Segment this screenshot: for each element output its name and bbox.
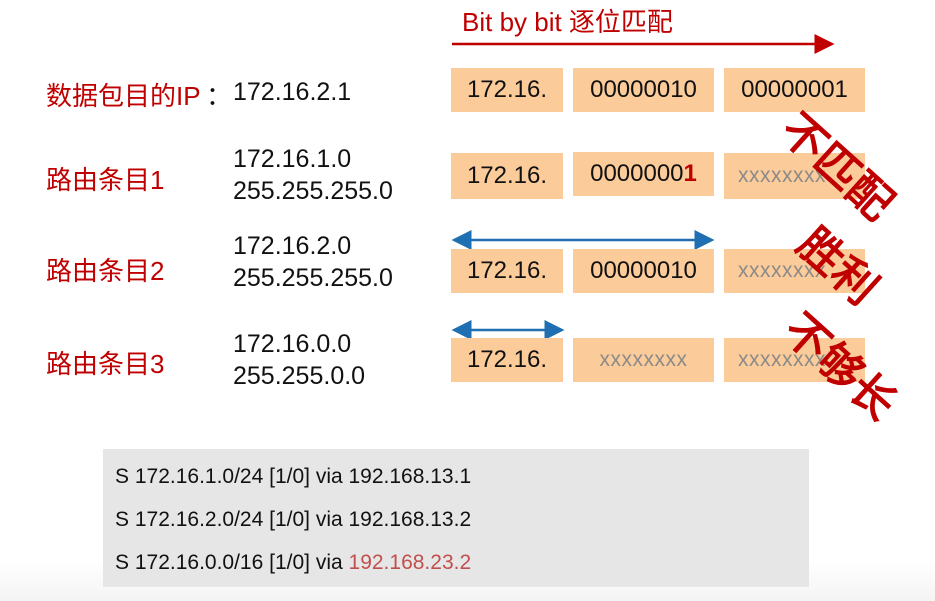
entry1-mismatch-bit: 1 — [683, 160, 697, 187]
dest-label: 数据包目的IP — [46, 81, 201, 111]
entry2-cell-2: 00000010 — [573, 249, 714, 293]
entry1-label: 路由条目1 — [46, 165, 165, 195]
entry2-mask: 255.255.255.0 — [233, 264, 393, 292]
entry2-net: 172.16.2.0 — [233, 232, 352, 260]
entry3-mask: 255.255.0.0 — [233, 362, 366, 390]
route-line-3-text: S 172.16.0.0/16 [1/0] via — [115, 551, 349, 574]
entry3-net: 172.16.0.0 — [233, 330, 352, 358]
dest-cell-3: 00000001 — [724, 68, 865, 112]
route-line-2-text: S 172.16.2.0/24 [1/0] via 192.168.13.2 — [115, 508, 472, 531]
dest-cell-2: 00000010 — [573, 68, 714, 112]
entry2-label: 路由条目2 — [46, 256, 165, 286]
entry3-cell-1: 172.16. — [451, 338, 563, 382]
entry3-cell-2: xxxxxxxx — [573, 338, 714, 382]
route-line-1: S 172.16.1.0/24 [1/0] via 192.168.13.1 — [115, 465, 471, 489]
entry1-cell-2: 0000000 1 — [573, 152, 714, 196]
entry1-net: 172.16.1.0 — [233, 145, 352, 173]
entry1-cell-1: 172.16. — [451, 153, 563, 199]
dest-cell-1: 172.16. — [451, 68, 563, 112]
page-title: Bit by bit 逐位匹配 — [462, 7, 673, 37]
entry1-cell-2-prefix: 0000000 — [590, 160, 684, 187]
routing-table: S 172.16.1.0/24 [1/0] via 192.168.13.1 S… — [103, 449, 809, 587]
route-line-3-via: 192.168.23.2 — [348, 551, 472, 574]
route-line-3: S 172.16.0.0/16 [1/0] via 192.168.23.2 — [115, 551, 471, 575]
dest-ip: 172.16.2.1 — [233, 78, 352, 106]
entry2-cell-1: 172.16. — [451, 249, 563, 293]
route-line-2: S 172.16.2.0/24 [1/0] via 192.168.13.2 — [115, 508, 471, 532]
entry3-label: 路由条目3 — [46, 349, 165, 379]
route-line-1-text: S 172.16.1.0/24 [1/0] via 192.168.13.1 — [115, 465, 472, 488]
dest-colon: ： — [206, 81, 233, 111]
entry1-mask: 255.255.255.0 — [233, 177, 393, 205]
